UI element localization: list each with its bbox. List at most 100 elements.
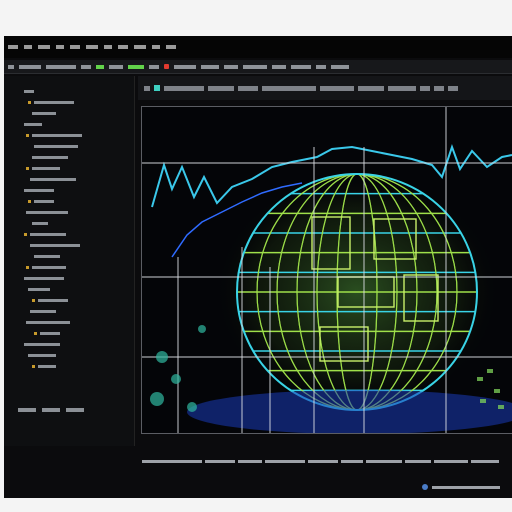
tree-item[interactable] xyxy=(32,222,48,225)
sidebar-bottom-button[interactable] xyxy=(18,408,36,412)
tool-button[interactable] xyxy=(81,64,91,69)
view-option[interactable] xyxy=(262,85,316,91)
tree-item-label xyxy=(32,156,68,159)
folder-icon xyxy=(34,332,37,335)
tree-item-label xyxy=(30,233,66,236)
tree-item[interactable] xyxy=(24,233,66,236)
tree-item-label xyxy=(28,354,56,357)
view-option[interactable] xyxy=(238,85,258,91)
tool-button[interactable] xyxy=(128,64,144,69)
folder-icon xyxy=(32,365,35,368)
tool-button[interactable] xyxy=(243,64,267,69)
sidebar-bottom-buttons xyxy=(18,408,84,412)
tree-item[interactable] xyxy=(34,255,60,258)
status-bar xyxy=(138,456,512,466)
tree-item-label xyxy=(32,134,82,137)
tree-item[interactable] xyxy=(34,145,78,148)
tree-item-label xyxy=(34,145,78,148)
folder-icon xyxy=(28,101,31,104)
menu-item[interactable] xyxy=(38,45,50,49)
tree-item[interactable] xyxy=(26,134,82,137)
info-icon xyxy=(422,484,428,490)
tool-button[interactable] xyxy=(149,64,159,69)
tool-button[interactable] xyxy=(331,64,349,69)
tree-item[interactable] xyxy=(32,299,68,302)
menu-item[interactable] xyxy=(152,45,160,49)
base-platform xyxy=(187,390,512,433)
sidebar-bottom-button[interactable] xyxy=(66,408,84,412)
tree-item[interactable] xyxy=(32,112,56,115)
tool-button[interactable] xyxy=(316,64,326,69)
tree-item-label xyxy=(34,255,60,258)
tree-item[interactable] xyxy=(30,244,80,247)
tree-item[interactable] xyxy=(24,189,54,192)
tool-button[interactable] xyxy=(224,64,238,69)
menu-bar xyxy=(4,36,512,58)
footer-status-text xyxy=(432,485,500,489)
tree-item[interactable] xyxy=(32,365,56,368)
tree-item[interactable] xyxy=(32,156,68,159)
play-icon[interactable] xyxy=(96,64,104,69)
menu-item[interactable] xyxy=(118,45,128,49)
tree-item[interactable] xyxy=(30,178,76,181)
menu-item[interactable] xyxy=(8,45,18,49)
tree-item[interactable] xyxy=(28,288,50,291)
menu-item[interactable] xyxy=(24,45,32,49)
folder-icon xyxy=(26,266,29,269)
tree-item[interactable] xyxy=(26,167,60,170)
record-icon[interactable] xyxy=(164,64,169,69)
menu-item[interactable] xyxy=(166,45,176,49)
menu-item[interactable] xyxy=(104,45,112,49)
camera-icon[interactable] xyxy=(154,85,160,91)
tree-item-label xyxy=(34,101,74,104)
tree-item[interactable] xyxy=(26,266,66,269)
tool-button[interactable] xyxy=(46,64,76,69)
tree-item[interactable] xyxy=(26,321,70,324)
view-option[interactable] xyxy=(164,85,204,91)
tree-item-label xyxy=(32,112,56,115)
tree-item[interactable] xyxy=(28,200,54,203)
tree-item-label xyxy=(26,321,70,324)
eye-icon[interactable] xyxy=(144,85,150,91)
tree-item[interactable] xyxy=(34,332,60,335)
sidebar-bottom-button[interactable] xyxy=(42,408,60,412)
tree-item[interactable] xyxy=(24,123,42,126)
tree-item-label xyxy=(24,123,42,126)
tree-item[interactable] xyxy=(28,354,56,357)
tree-item-label xyxy=(30,310,56,313)
tool-button[interactable] xyxy=(19,64,41,69)
info-icon[interactable] xyxy=(434,85,444,91)
tree-item-label xyxy=(26,211,68,214)
tree-item[interactable] xyxy=(30,310,56,313)
menu-item[interactable] xyxy=(86,45,98,49)
tree-item[interactable] xyxy=(24,90,34,93)
3d-viewport[interactable] xyxy=(141,106,512,434)
viewport-toolbar xyxy=(138,76,512,100)
menu-item[interactable] xyxy=(56,45,64,49)
tool-button[interactable] xyxy=(201,64,219,69)
tool-button[interactable] xyxy=(272,64,286,69)
view-option[interactable] xyxy=(320,85,354,91)
settings-icon[interactable] xyxy=(420,85,430,91)
footer-status xyxy=(422,482,506,492)
tool-button[interactable] xyxy=(174,64,196,69)
tree-item[interactable] xyxy=(24,277,64,280)
tool-button[interactable] xyxy=(8,64,14,69)
tree-item-label xyxy=(30,244,80,247)
tree-item-label xyxy=(34,200,54,203)
wireframe-scene xyxy=(142,107,512,433)
tree-item[interactable] xyxy=(26,211,68,214)
tool-button[interactable] xyxy=(291,64,311,69)
tree-item[interactable] xyxy=(28,101,74,104)
tree-item[interactable] xyxy=(24,343,60,346)
tool-button[interactable] xyxy=(109,64,123,69)
menu-item[interactable] xyxy=(70,45,80,49)
view-option[interactable] xyxy=(208,85,234,91)
menu-item[interactable] xyxy=(134,45,146,49)
folder-icon xyxy=(32,299,35,302)
tree-item-label xyxy=(24,90,34,93)
scene-outliner xyxy=(4,76,135,446)
view-option[interactable] xyxy=(358,85,384,91)
view-option[interactable] xyxy=(388,85,416,91)
view-option[interactable] xyxy=(448,85,458,91)
